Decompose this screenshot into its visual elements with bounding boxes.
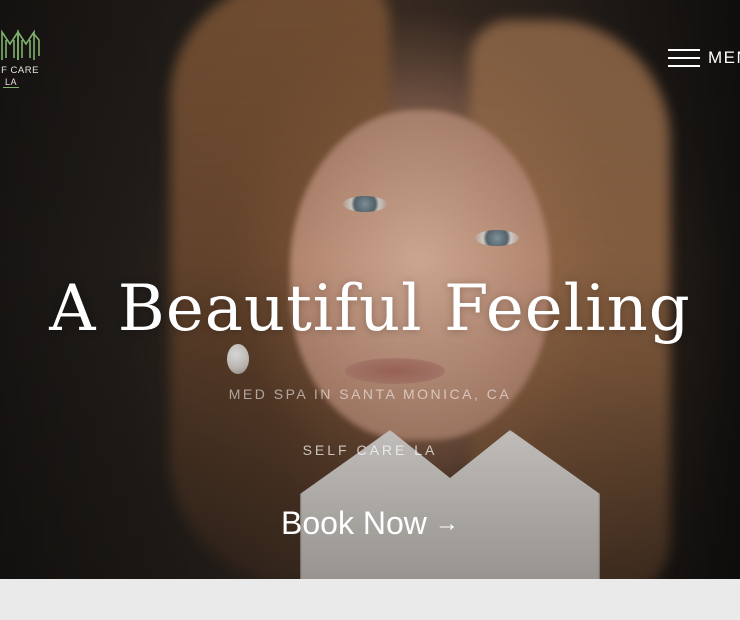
brand-logo[interactable]: F CARE LA <box>0 28 44 90</box>
hero-section: F CARE LA MENU A Beautiful Feeling MED S… <box>0 0 740 579</box>
logo-wordmark: F CARE <box>1 65 39 76</box>
next-section <box>0 579 740 620</box>
menu-button[interactable]: MENU <box>668 46 740 70</box>
logo-wordmark-la: LA <box>3 77 19 88</box>
book-now-button[interactable]: Book Now → <box>281 505 459 542</box>
arrow-right-icon: → <box>434 509 459 537</box>
hero-tagline: SELF CARE LA <box>302 442 438 458</box>
hero-headline: A Beautiful Feeling <box>49 272 691 346</box>
book-now-label: Book Now <box>281 505 427 541</box>
logo-leaf-icon <box>1 29 40 60</box>
hamburger-icon <box>668 48 700 68</box>
menu-label: MENU <box>708 48 740 67</box>
hero-subline: MED SPA IN SANTA MONICA, CA <box>228 386 512 402</box>
